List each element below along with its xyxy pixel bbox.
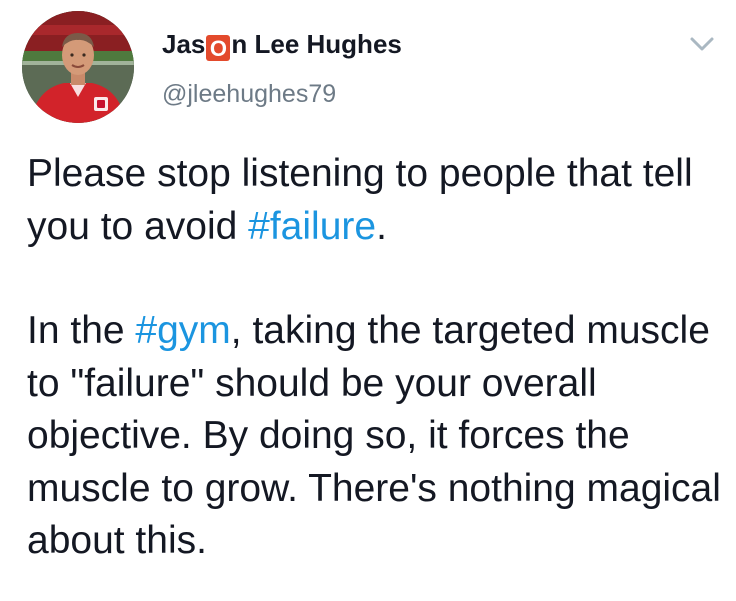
chevron-down-icon[interactable] [688,34,716,54]
tweet-text: Please stop listening to people that tel… [27,148,727,568]
hashtag-failure-link[interactable]: #failure [248,205,376,248]
author-name[interactable]: Jas On Lee Hughes [162,26,402,62]
author-handle[interactable]: @jleehughes79 [162,78,336,110]
avatar[interactable] [22,11,134,123]
o-emoji-icon: O [206,35,231,61]
hashtag-gym-link[interactable]: #gym [135,309,230,352]
author-name-part1: Jas [162,29,206,59]
tweet-paragraph-2: In the #gym, taking the targeted muscle … [27,305,727,568]
author-name-part2: n Lee Hughes [231,29,402,59]
tweet-card: Jas On Lee Hughes @jleehughes79 Please st… [0,0,736,601]
profile-photo-icon [22,11,134,123]
tweet-paragraph-1: Please stop listening to people that tel… [27,148,727,253]
tweet-text-segment: In the [27,309,136,352]
tweet-text-segment: . [376,204,387,248]
